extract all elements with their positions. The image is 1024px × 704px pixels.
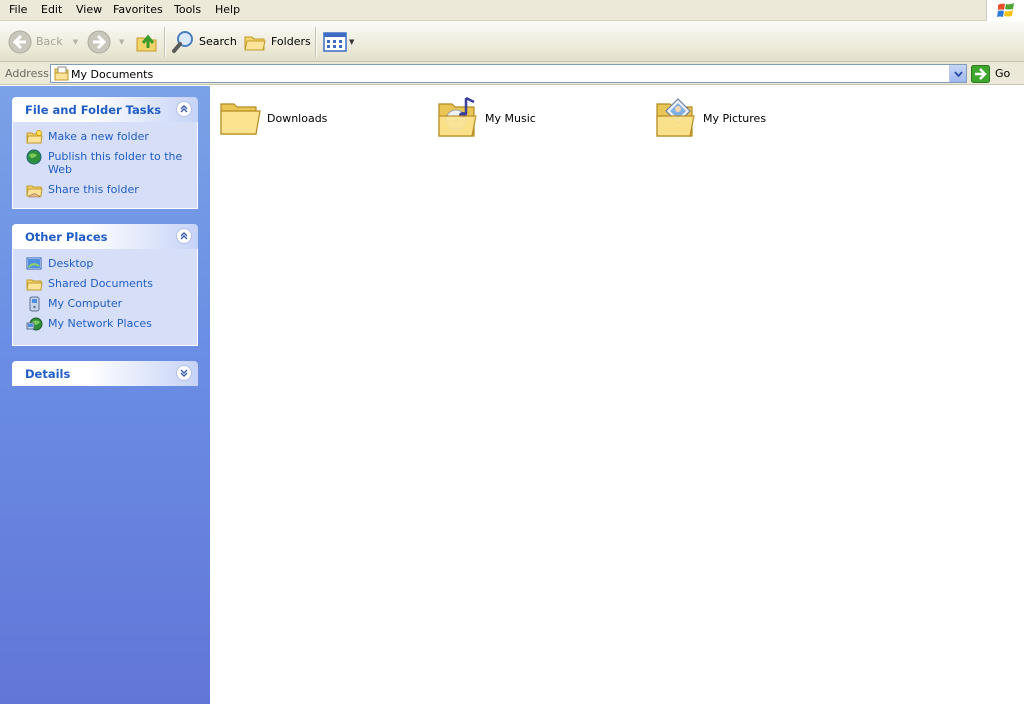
menu-file[interactable]: File — [8, 3, 28, 17]
other-places-body: Desktop Shared Documents My Computer My … — [12, 249, 198, 346]
place-desktop[interactable]: Desktop — [13, 257, 197, 270]
desktop-icon — [26, 257, 42, 270]
search-label: Search — [199, 35, 237, 48]
panel-title: File and Folder Tasks — [25, 103, 162, 117]
new-folder-icon — [26, 130, 43, 144]
file-folder-tasks-header[interactable]: File and Folder Tasks — [12, 97, 198, 122]
menu-tools[interactable]: Tools — [173, 3, 202, 17]
music-folder-icon — [438, 96, 477, 137]
computer-icon — [29, 296, 40, 312]
forward-dropdown-icon[interactable]: ▼ — [119, 38, 124, 46]
other-places-header[interactable]: Other Places — [12, 224, 198, 249]
share-folder-icon — [26, 185, 43, 198]
back-arrow-icon — [8, 30, 32, 53]
toolbar-separator — [315, 27, 316, 57]
place-shared-documents[interactable]: Shared Documents — [13, 277, 197, 291]
views-button[interactable]: ▼ — [323, 21, 354, 62]
go-button[interactable]: Go — [971, 64, 1010, 83]
menu-help[interactable]: Help — [214, 3, 241, 17]
task-share-folder[interactable]: Share this folder — [13, 183, 197, 198]
other-places-panel: Other Places Desktop Shared Documents My… — [12, 224, 198, 346]
panel-title: Other Places — [25, 230, 108, 244]
network-places-icon — [26, 317, 43, 331]
globe-icon — [26, 149, 42, 165]
folder-label: My Pictures — [703, 111, 767, 125]
back-label: Back — [36, 35, 63, 48]
up-folder-icon — [136, 34, 157, 51]
pictures-folder-icon — [656, 98, 695, 137]
folders-icon — [244, 36, 266, 50]
chevron-down-icon — [953, 70, 963, 77]
search-icon — [172, 30, 193, 53]
task-label: Make a new folder — [48, 130, 149, 143]
folder-item-my-music[interactable]: My Music — [436, 93, 536, 143]
folder-view: Downloads My Music My Pictures — [210, 86, 1024, 704]
windows-logo-icon — [986, 0, 1024, 21]
my-documents-icon — [54, 66, 69, 81]
folders-button[interactable]: Folders — [243, 21, 311, 62]
address-label: Address — [5, 67, 49, 80]
go-label: Go — [995, 67, 1011, 80]
folder-icon — [220, 103, 261, 135]
place-label: Shared Documents — [48, 277, 153, 290]
task-label: Share this folder — [48, 183, 139, 196]
place-label: Desktop — [48, 257, 94, 270]
search-button[interactable]: Search — [171, 21, 237, 62]
place-my-computer[interactable]: My Computer — [13, 296, 197, 312]
file-folder-tasks-panel: File and Folder Tasks Make a new folder — [12, 97, 198, 209]
views-icon — [323, 31, 347, 52]
address-field[interactable]: My Documents — [50, 64, 967, 83]
back-button[interactable]: Back ▼ — [8, 21, 78, 62]
views-dropdown-icon[interactable]: ▼ — [349, 38, 354, 46]
expand-chevron-icon[interactable] — [176, 365, 192, 381]
toolbar-separator — [164, 27, 165, 57]
collapse-chevron-icon[interactable] — [176, 228, 192, 244]
address-value: My Documents — [71, 68, 154, 81]
menu-favorites[interactable]: Favorites — [112, 3, 164, 17]
place-label: My Network Places — [48, 317, 152, 330]
forward-button[interactable]: ▼ — [87, 21, 124, 62]
menu-view[interactable]: View — [75, 3, 103, 17]
folder-item-my-pictures[interactable]: My Pictures — [654, 93, 766, 143]
place-my-network-places[interactable]: My Network Places — [13, 317, 197, 331]
panel-title: Details — [25, 367, 71, 381]
task-publish-to-web[interactable]: Publish this folder to the Web — [13, 149, 197, 176]
collapse-chevron-icon[interactable] — [176, 101, 192, 117]
back-dropdown-icon[interactable]: ▼ — [73, 38, 78, 46]
toolbar: Back ▼ ▼ Search Folders ▼ — [0, 21, 1024, 62]
menu-edit[interactable]: Edit — [40, 3, 63, 17]
shared-folder-icon — [26, 279, 43, 291]
details-panel: Details — [12, 361, 198, 386]
file-folder-tasks-body: Make a new folder Publish this folder to… — [12, 122, 198, 209]
address-bar: Address My Documents Go — [0, 62, 1024, 85]
folder-label: My Music — [485, 111, 536, 125]
forward-arrow-icon — [87, 30, 111, 53]
menu-bar: File Edit View Favorites Tools Help — [0, 0, 1024, 21]
go-arrow-icon — [971, 64, 990, 83]
details-header[interactable]: Details — [12, 361, 198, 386]
folders-label: Folders — [271, 35, 311, 48]
folder-item-downloads[interactable]: Downloads — [218, 93, 327, 143]
up-folder-button[interactable] — [135, 21, 159, 62]
task-make-new-folder[interactable]: Make a new folder — [13, 130, 197, 144]
address-dropdown-button[interactable] — [949, 65, 966, 82]
task-label: Publish this folder to the Web — [48, 150, 183, 176]
place-label: My Computer — [48, 297, 123, 310]
folder-label: Downloads — [267, 111, 328, 125]
task-pane: File and Folder Tasks Make a new folder — [0, 86, 210, 704]
